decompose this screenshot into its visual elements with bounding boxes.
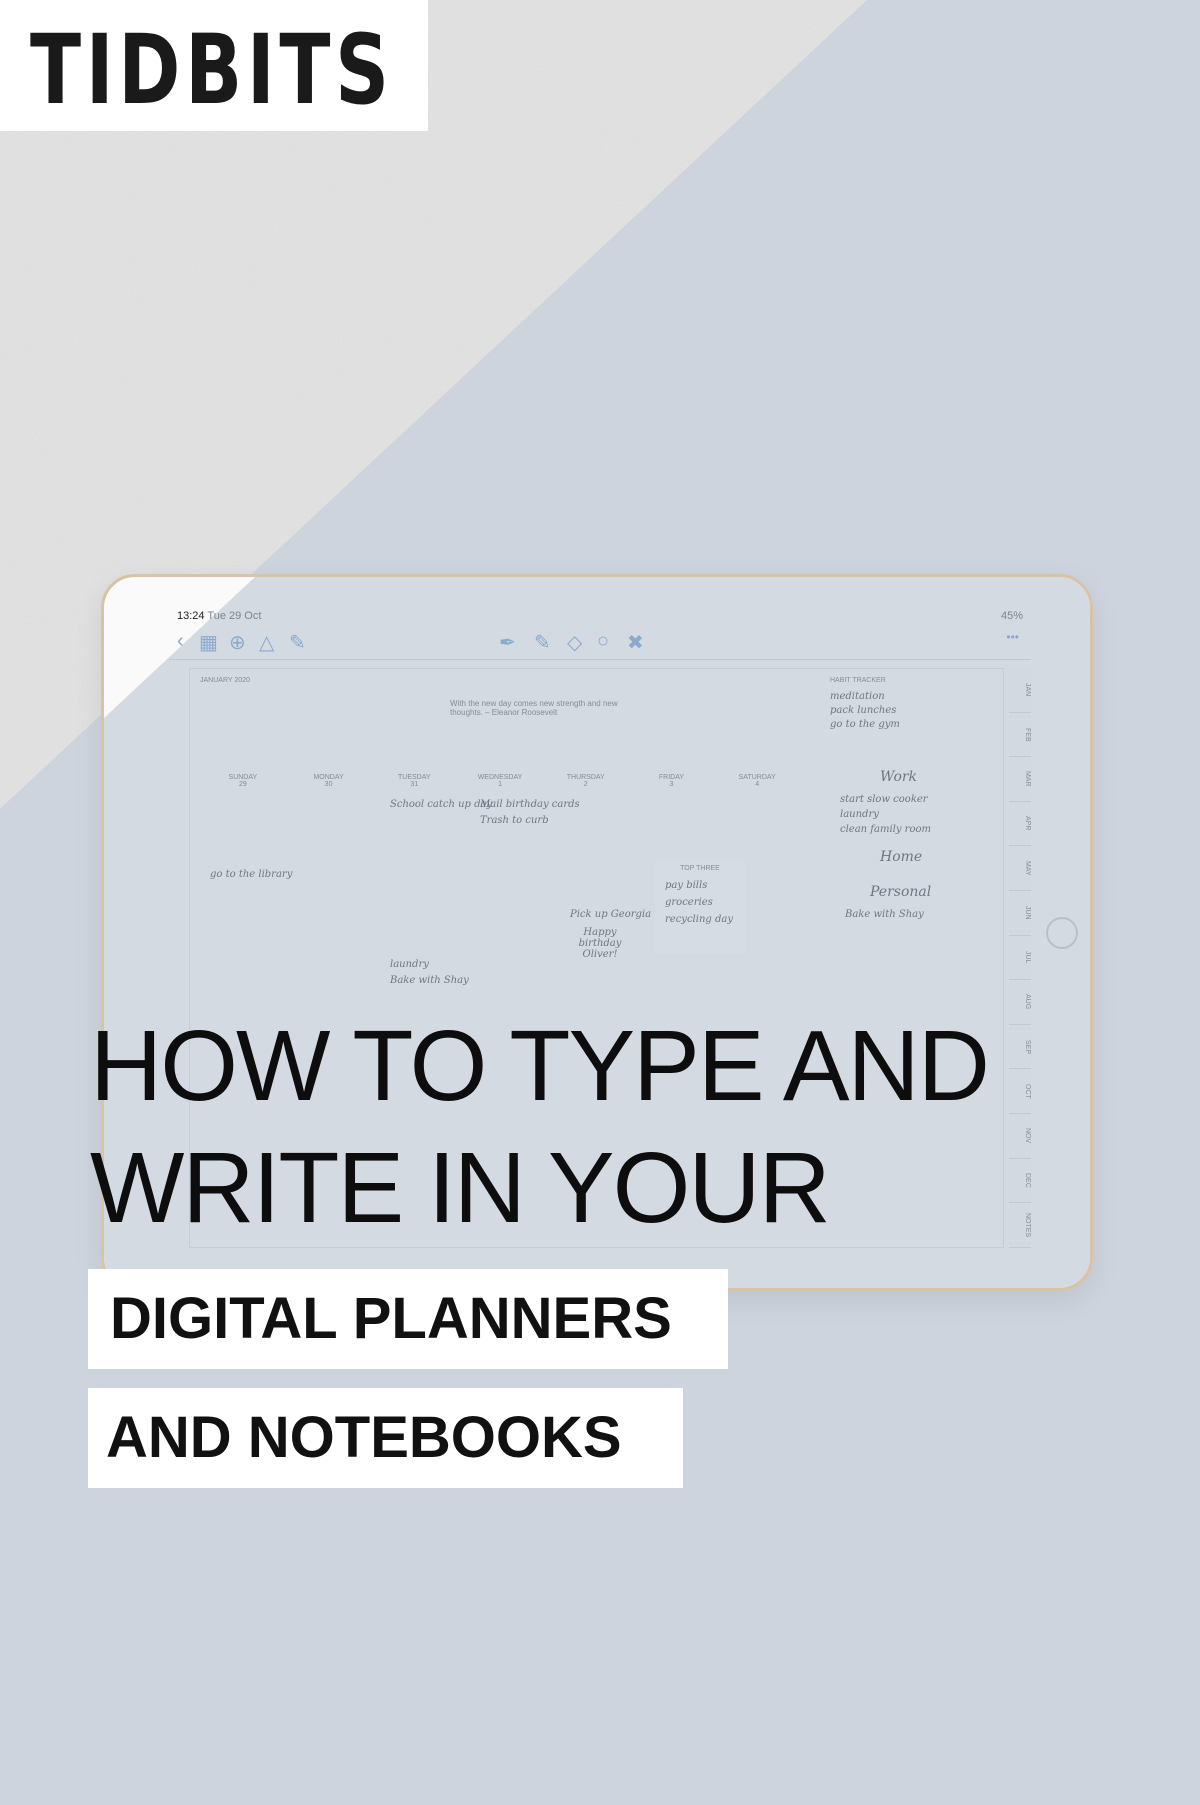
habit: go to the gym bbox=[830, 719, 900, 730]
note: laundry bbox=[390, 959, 429, 970]
tab-dec[interactable]: DEC bbox=[1009, 1158, 1031, 1204]
note: School catch up day bbox=[390, 799, 493, 810]
edit-icon[interactable]: ✎ bbox=[289, 630, 306, 655]
tab-mar[interactable]: MAR bbox=[1009, 757, 1031, 802]
tab-may[interactable]: MAY bbox=[1009, 846, 1031, 892]
note: Pick up Georgia bbox=[570, 909, 652, 920]
month-title: JANUARY 2020 bbox=[200, 677, 250, 684]
note: Happy birthday Oliver! bbox=[578, 927, 622, 960]
work-item: laundry bbox=[840, 809, 879, 820]
tab-jan[interactable]: JAN bbox=[1009, 668, 1031, 713]
tab-notes[interactable]: NOTES bbox=[1009, 1203, 1031, 1248]
home-button bbox=[1046, 917, 1078, 949]
app-toolbar: ‹ ▦ ⊕ △ ✎ ✒ ✎ ◇ ○ ✖ ••• bbox=[169, 626, 1031, 660]
lasso-icon[interactable]: ○ bbox=[597, 630, 609, 653]
logo: TIDBITS bbox=[30, 14, 394, 126]
home-title: Home bbox=[880, 849, 923, 865]
highlighter-icon[interactable]: ✎ bbox=[534, 630, 551, 655]
tab-jul[interactable]: JUL bbox=[1009, 935, 1031, 981]
note: Mail birthday cards bbox=[480, 799, 580, 810]
headline-line-2: WRITE IN YOUR bbox=[90, 1132, 831, 1244]
work-item: start slow cooker bbox=[840, 794, 928, 805]
habit: pack lunches bbox=[830, 705, 897, 716]
back-icon[interactable]: ‹ bbox=[177, 630, 184, 653]
shapes-icon[interactable]: △ bbox=[259, 630, 274, 655]
note: Trash to curb bbox=[480, 815, 549, 826]
more-icon[interactable]: ••• bbox=[1006, 630, 1019, 644]
habit: meditation bbox=[830, 691, 885, 702]
pen-icon[interactable]: ✒ bbox=[499, 630, 516, 655]
work-title: Work bbox=[880, 769, 918, 785]
grid-icon[interactable]: ▦ bbox=[199, 630, 218, 655]
month-tabs: JAN FEB MAR APR MAY JUN JUL AUG SEP OCT … bbox=[1009, 668, 1031, 1248]
quote: With the new day comes new strength and … bbox=[450, 699, 618, 717]
tab-apr[interactable]: APR bbox=[1009, 801, 1031, 847]
tab-oct[interactable]: OCT bbox=[1009, 1069, 1031, 1115]
tab-jun[interactable]: JUN bbox=[1009, 891, 1031, 936]
tab-nov[interactable]: NOV bbox=[1009, 1114, 1031, 1159]
tab-sep[interactable]: SEP bbox=[1009, 1024, 1031, 1070]
add-icon[interactable]: ⊕ bbox=[229, 630, 246, 655]
close-icon[interactable]: ✖ bbox=[627, 630, 644, 655]
logo-box: TIDBITS bbox=[0, 0, 428, 131]
headline: HOW TO TYPE AND WRITE IN YOUR bbox=[90, 1005, 990, 1249]
status-time: 13:24 Tue 29 Oct bbox=[177, 610, 262, 622]
headline-line-1: HOW TO TYPE AND bbox=[90, 1010, 990, 1122]
tab-feb[interactable]: FEB bbox=[1009, 712, 1031, 758]
work-item: clean family room bbox=[840, 824, 931, 835]
personal-item: Bake with Shay bbox=[845, 909, 924, 920]
battery-status: 45% bbox=[1000, 610, 1023, 622]
eraser-icon[interactable]: ◇ bbox=[567, 630, 582, 655]
subheading-1: DIGITAL PLANNERS bbox=[88, 1269, 728, 1369]
note: Bake with Shay bbox=[390, 975, 469, 986]
day-headers: SUNDAY 29 MONDAY 30 TUESDAY 31 WEDNESDAY 1 T… bbox=[228, 774, 776, 788]
habit-title: HABIT TRACKER bbox=[830, 677, 886, 684]
top-three-box: TOP THREE pay bills groceries recycling … bbox=[655, 859, 745, 954]
note: go to the library bbox=[210, 869, 293, 880]
personal-title: Personal bbox=[870, 884, 932, 900]
tab-aug[interactable]: AUG bbox=[1009, 980, 1031, 1025]
subheading-2: AND NOTEBOOKS bbox=[88, 1388, 683, 1488]
